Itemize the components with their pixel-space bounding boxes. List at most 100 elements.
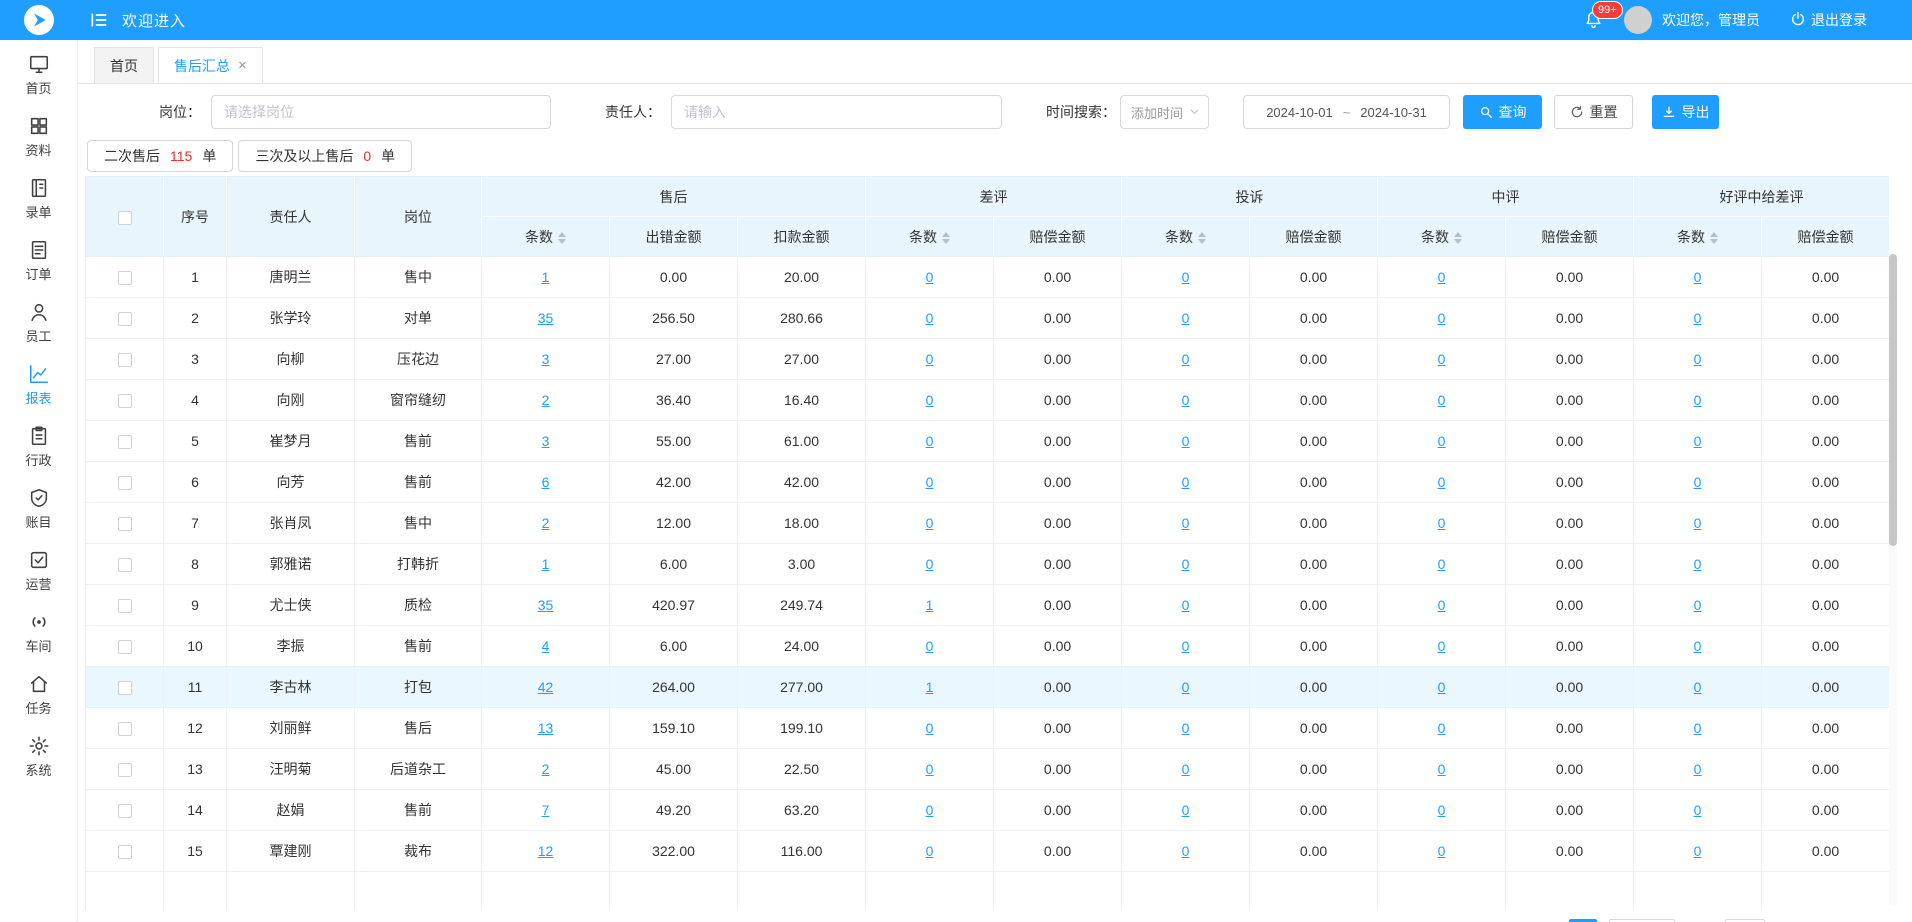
count-link[interactable]: 6 [542, 474, 550, 490]
count-link[interactable]: 0 [1694, 597, 1702, 613]
sidebar-item[interactable]: 行政 [0, 416, 77, 478]
tab-close-icon[interactable]: × [238, 57, 247, 74]
count-link[interactable]: 0 [1694, 761, 1702, 777]
sidebar-item[interactable]: 系统 [0, 726, 77, 788]
count-link[interactable]: 0 [1182, 269, 1190, 285]
row-checkbox[interactable] [118, 312, 132, 326]
sort-icon[interactable] [1710, 232, 1718, 244]
count-link[interactable]: 12 [538, 843, 554, 859]
count-link[interactable]: 0 [1182, 720, 1190, 736]
row-checkbox[interactable] [118, 558, 132, 572]
count-link[interactable]: 0 [926, 351, 934, 367]
count-link[interactable]: 0 [1182, 597, 1190, 613]
row-checkbox[interactable] [118, 517, 132, 531]
row-checkbox[interactable] [118, 599, 132, 613]
count-link[interactable]: 0 [1182, 679, 1190, 695]
count-link[interactable]: 0 [926, 433, 934, 449]
count-link[interactable]: 0 [926, 802, 934, 818]
column-header-sortable[interactable]: 条数 [1378, 217, 1506, 257]
count-link[interactable]: 4 [542, 638, 550, 654]
count-link[interactable]: 0 [926, 269, 934, 285]
sidebar-item[interactable]: 运营 [0, 540, 77, 602]
table-scrollbar-thumb[interactable] [1889, 254, 1897, 546]
count-link[interactable]: 1 [542, 556, 550, 572]
sidebar-item[interactable]: 员工 [0, 292, 77, 354]
count-link[interactable]: 0 [1694, 310, 1702, 326]
count-link[interactable]: 0 [1182, 843, 1190, 859]
row-checkbox[interactable] [118, 681, 132, 695]
count-link[interactable]: 3 [542, 433, 550, 449]
column-header-sortable[interactable]: 条数 [866, 217, 994, 257]
app-logo[interactable] [0, 0, 78, 40]
count-link[interactable]: 0 [1438, 679, 1446, 695]
count-link[interactable]: 0 [1438, 638, 1446, 654]
count-link[interactable]: 0 [926, 515, 934, 531]
count-link[interactable]: 0 [1182, 638, 1190, 654]
count-link[interactable]: 0 [1438, 351, 1446, 367]
sort-icon[interactable] [1454, 232, 1462, 244]
count-link[interactable]: 0 [1694, 638, 1702, 654]
count-link[interactable]: 0 [1182, 433, 1190, 449]
row-checkbox[interactable] [118, 845, 132, 859]
column-header-sortable[interactable]: 条数 [1634, 217, 1762, 257]
logout-button[interactable]: 退出登录 [1790, 10, 1867, 30]
export-button[interactable]: 导出 [1652, 95, 1719, 129]
sidebar-item[interactable]: 报表 [0, 354, 77, 416]
count-link[interactable]: 0 [1182, 515, 1190, 531]
count-link[interactable]: 0 [1438, 556, 1446, 572]
tab-home[interactable]: 首页 [94, 47, 154, 83]
count-link[interactable]: 0 [1694, 269, 1702, 285]
count-link[interactable]: 0 [1438, 515, 1446, 531]
avatar[interactable] [1624, 6, 1652, 34]
reset-button[interactable]: 重置 [1554, 95, 1633, 129]
row-checkbox[interactable] [118, 804, 132, 818]
count-link[interactable]: 0 [1182, 474, 1190, 490]
count-link[interactable]: 0 [1182, 310, 1190, 326]
select-all-checkbox[interactable] [118, 211, 132, 225]
count-link[interactable]: 0 [1694, 843, 1702, 859]
count-link[interactable]: 0 [926, 474, 934, 490]
row-checkbox[interactable] [118, 394, 132, 408]
search-button[interactable]: 查询 [1463, 95, 1542, 129]
count-link[interactable]: 0 [926, 720, 934, 736]
count-link[interactable]: 0 [1182, 761, 1190, 777]
sidebar-item[interactable]: 录单 [0, 168, 77, 230]
row-checkbox[interactable] [118, 476, 132, 490]
count-link[interactable]: 0 [926, 392, 934, 408]
sort-icon[interactable] [1198, 232, 1206, 244]
count-link[interactable]: 0 [1694, 351, 1702, 367]
row-checkbox[interactable] [118, 271, 132, 285]
count-link[interactable]: 0 [926, 843, 934, 859]
count-link[interactable]: 42 [538, 679, 554, 695]
count-link[interactable]: 0 [1182, 556, 1190, 572]
count-link[interactable]: 1 [926, 679, 934, 695]
sidebar-item[interactable]: 资料 [0, 106, 77, 168]
count-link[interactable]: 0 [1438, 720, 1446, 736]
count-link[interactable]: 0 [1694, 556, 1702, 572]
count-link[interactable]: 0 [926, 638, 934, 654]
sidebar-item[interactable]: 订单 [0, 230, 77, 292]
count-link[interactable]: 0 [1694, 679, 1702, 695]
count-link[interactable]: 0 [1694, 433, 1702, 449]
count-link[interactable]: 0 [1694, 720, 1702, 736]
row-checkbox[interactable] [118, 640, 132, 654]
row-checkbox[interactable] [118, 353, 132, 367]
count-link[interactable]: 0 [1694, 392, 1702, 408]
subtab[interactable]: 三次及以上售后0单 [238, 140, 412, 172]
row-checkbox[interactable] [118, 435, 132, 449]
count-link[interactable]: 0 [1182, 802, 1190, 818]
sidebar-item[interactable]: 首页 [0, 44, 77, 106]
count-link[interactable]: 2 [542, 515, 550, 531]
count-link[interactable]: 1 [926, 597, 934, 613]
count-link[interactable]: 0 [1182, 392, 1190, 408]
subtab[interactable]: 二次售后115单 [87, 140, 233, 172]
count-link[interactable]: 13 [538, 720, 554, 736]
count-link[interactable]: 0 [1438, 802, 1446, 818]
tab-aftersales-summary[interactable]: 售后汇总× [158, 47, 263, 83]
column-header-sortable[interactable]: 条数 [482, 217, 610, 257]
post-select[interactable] [211, 95, 551, 129]
sidebar-item[interactable]: 账目 [0, 478, 77, 540]
menu-collapse-icon[interactable] [82, 0, 116, 40]
count-link[interactable]: 0 [1438, 392, 1446, 408]
sidebar-item[interactable]: 车间 [0, 602, 77, 664]
